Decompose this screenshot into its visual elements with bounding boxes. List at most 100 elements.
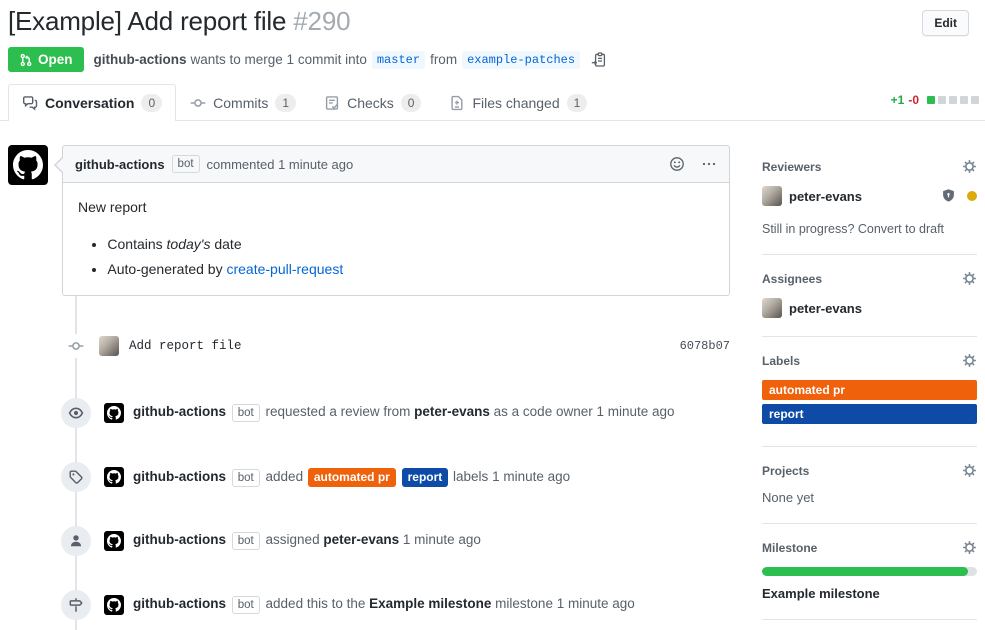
bot-badge: bot [172,155,200,173]
octocat-icon [107,598,121,612]
octocat-icon [107,534,121,548]
comment-bullet-1: Contains today's date [107,234,714,255]
person-icon [61,526,91,556]
commit-row: Add report file 6078b07 [0,296,738,358]
timeline-event-review-requested: github-actions bot requested a review fr… [0,398,738,428]
octocat-icon [107,470,121,484]
pr-title-text: [Example] Add report file [8,6,286,36]
add-reaction-icon[interactable] [669,156,685,172]
actor-link[interactable]: github-actions [133,469,226,484]
shield-lock-icon [940,188,957,204]
labels-heading[interactable]: Labels [762,353,977,368]
github-actions-avatar[interactable] [8,145,48,185]
checklist-icon [324,95,340,111]
sidebar-section-assignees: Assignees peter-evans [762,255,977,337]
pr-author-link[interactable]: github-actions [94,52,187,67]
github-actions-avatar[interactable] [104,595,124,615]
create-pull-request-link[interactable]: create-pull-request [226,261,343,277]
additions-count: +1 [891,93,905,107]
tab-count: 1 [275,94,296,112]
pr-number: #290 [293,6,350,36]
reviewer-link[interactable]: peter-evans [414,404,490,419]
sidebar-section-reviewers: Reviewers peter-evans Still in progress?… [762,159,977,255]
merge-sentence: wants to merge 1 commit into [191,52,367,67]
github-actions-avatar[interactable] [104,403,124,423]
diff-block [927,96,935,104]
milestone-icon [61,590,91,620]
commit-author-avatar[interactable] [99,336,119,356]
timeline-event-assigned: github-actions bot assigned peter-evans … [0,526,738,556]
diff-block [949,96,957,104]
gear-icon[interactable] [962,271,977,286]
issue-comment: github-actions bot commented 1 minute ag… [0,145,738,296]
gear-icon[interactable] [962,463,977,478]
commit-sha-link[interactable]: 6078b07 [680,339,730,353]
tab-conversation[interactable]: Conversation 0 [8,84,176,121]
projects-heading[interactable]: Projects [762,463,977,478]
pr-header: [Example] Add report file #290 Edit Open… [0,0,985,72]
pr-tabs-bar: Conversation 0 Commits 1 Checks 0 Files … [0,84,985,121]
bot-badge: bot [232,532,260,550]
assignee-avatar [762,298,782,318]
tab-label: Files changed [472,95,559,111]
comment-intro: New report [78,197,714,218]
comment-discussion-icon [22,95,38,111]
assignee-link[interactable]: peter-evans [323,532,399,547]
bot-badge: bot [232,404,260,422]
event-timestamp[interactable]: 1 minute ago [557,596,635,611]
actor-link[interactable]: github-actions [133,596,226,611]
milestone-link[interactable]: Example milestone [369,596,491,611]
git-commit-icon [67,334,85,358]
tab-files-changed[interactable]: Files changed 1 [435,84,601,121]
event-timestamp[interactable]: 1 minute ago [492,469,570,484]
assignees-heading[interactable]: Assignees [762,271,977,286]
tab-count: 1 [567,94,588,112]
tab-commits[interactable]: Commits 1 [176,84,310,121]
github-actions-avatar[interactable] [104,531,124,551]
projects-empty-text: None yet [762,490,977,505]
sidebar-section-milestone: Milestone Example milestone [762,524,977,620]
label-chip-report[interactable]: report [402,468,449,487]
pending-review-dot [967,191,977,201]
base-branch-chip[interactable]: master [372,51,425,69]
bot-badge: bot [232,596,260,614]
label-automated-pr[interactable]: automated pr [762,380,977,400]
label-chip-automated-pr[interactable]: automated pr [308,468,396,487]
comment-header: github-actions bot commented 1 minute ag… [63,146,729,183]
sidebar-section-labels: Labels automated pr report [762,337,977,447]
event-timestamp[interactable]: 1 minute ago [403,532,481,547]
gear-icon[interactable] [962,540,977,555]
milestone-heading[interactable]: Milestone [762,540,977,555]
edit-button[interactable]: Edit [922,10,969,36]
convert-to-draft-link[interactable]: Convert to draft [858,222,944,236]
copy-branch-icon[interactable] [591,52,607,68]
comment-box: github-actions bot commented 1 minute ag… [62,145,730,296]
reviewer-avatar [762,186,782,206]
comment-author-link[interactable]: github-actions [75,157,165,172]
github-actions-avatar[interactable] [104,467,124,487]
tab-checks[interactable]: Checks 0 [310,84,435,121]
label-report[interactable]: report [762,404,977,424]
actor-link[interactable]: github-actions [133,532,226,547]
milestone-name-link[interactable]: Example milestone [762,586,977,601]
diffstat: +1 -0 [891,93,979,107]
reviewer-row[interactable]: peter-evans [762,186,977,206]
reviewer-name: peter-evans [789,189,862,204]
eye-icon [61,398,91,428]
gear-icon[interactable] [962,353,977,368]
actor-link[interactable]: github-actions [133,404,226,419]
diff-block [938,96,946,104]
event-timestamp[interactable]: 1 minute ago [596,404,674,419]
tab-label: Checks [347,95,394,111]
milestone-progress-fill [762,567,968,576]
head-branch-chip[interactable]: example-patches [462,51,580,69]
assignee-row[interactable]: peter-evans [762,298,977,318]
octocat-icon [107,406,121,420]
reviewers-heading[interactable]: Reviewers [762,159,977,174]
diff-block [971,96,979,104]
from-text: from [430,52,457,67]
tab-label: Commits [213,95,268,111]
commit-message-link[interactable]: Add report file [129,339,680,353]
kebab-menu-icon[interactable] [701,156,717,172]
gear-icon[interactable] [962,159,977,174]
